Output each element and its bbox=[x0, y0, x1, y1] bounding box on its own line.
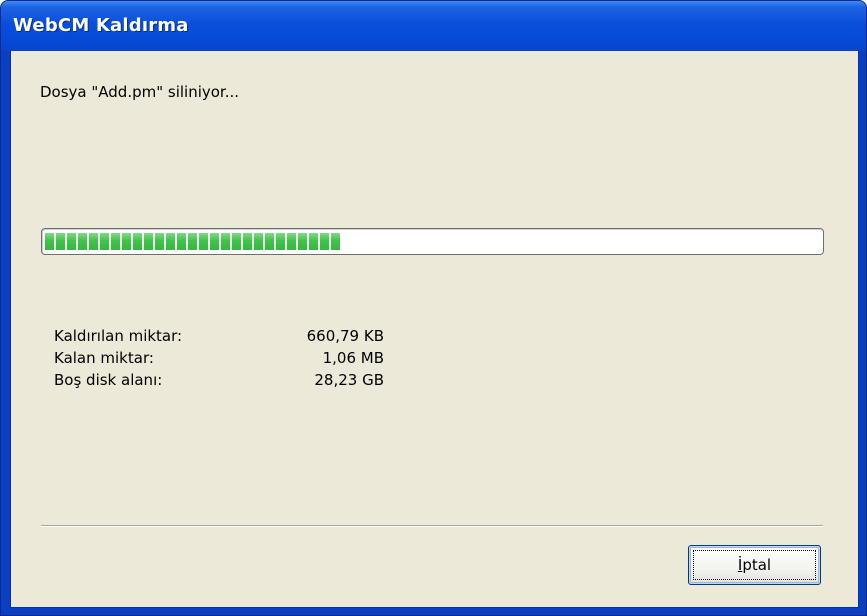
title-bar[interactable]: WebCM Kaldırma bbox=[1, 1, 866, 51]
remaining-amount-value: 1,06 MB bbox=[322, 349, 384, 367]
stat-row-remaining: Kalan miktar: 1,06 MB bbox=[54, 349, 384, 371]
cancel-button[interactable]: İptal bbox=[688, 545, 821, 585]
separator-line bbox=[41, 525, 823, 527]
dialog-body: Dosya "Add.pm" siliniyor... Kaldırılan m… bbox=[10, 51, 859, 608]
uninstall-dialog: WebCM Kaldırma Dosya "Add.pm" siliniyor.… bbox=[0, 0, 867, 616]
cancel-label-rest: ptal bbox=[742, 556, 772, 574]
stats-panel: Kaldırılan miktar: 660,79 KB Kalan mikta… bbox=[54, 327, 384, 393]
cancel-button-label: İptal bbox=[738, 556, 771, 574]
remaining-amount-label: Kalan miktar: bbox=[54, 349, 154, 367]
removed-amount-label: Kaldırılan miktar: bbox=[54, 327, 183, 345]
progress-bar bbox=[41, 228, 824, 255]
window-title: WebCM Kaldırma bbox=[13, 15, 189, 36]
stat-row-free-space: Boş disk alanı: 28,23 GB bbox=[54, 371, 384, 393]
free-disk-space-label: Boş disk alanı: bbox=[54, 371, 163, 389]
progress-fill bbox=[45, 233, 340, 250]
stat-row-removed: Kaldırılan miktar: 660,79 KB bbox=[54, 327, 384, 349]
status-message: Dosya "Add.pm" siliniyor... bbox=[40, 83, 240, 101]
free-disk-space-value: 28,23 GB bbox=[314, 371, 384, 389]
removed-amount-value: 660,79 KB bbox=[306, 327, 384, 345]
